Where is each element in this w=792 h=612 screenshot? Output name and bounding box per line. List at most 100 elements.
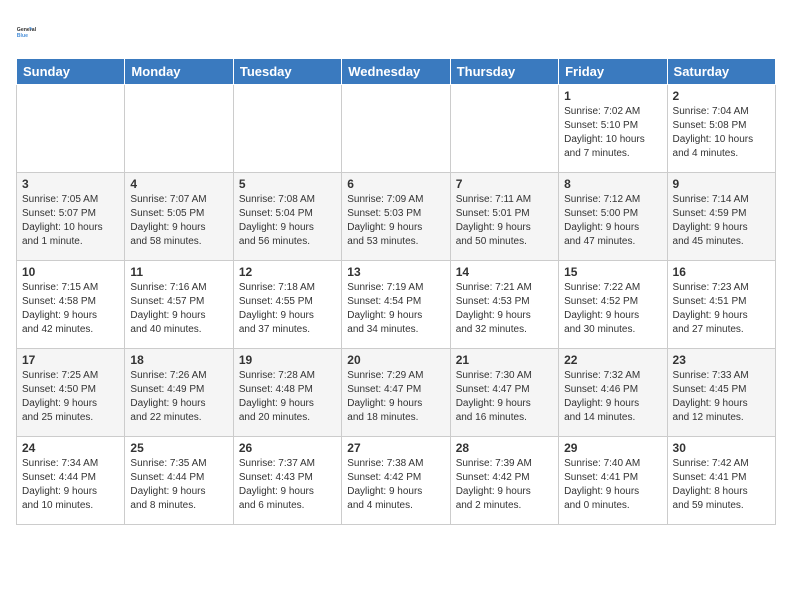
day-info: Sunrise: 7:08 AM Sunset: 5:04 PM Dayligh… (239, 193, 336, 249)
calendar-cell: 2Sunrise: 7:04 AM Sunset: 5:08 PM Daylig… (667, 85, 775, 173)
day-info: Sunrise: 7:38 AM Sunset: 4:42 PM Dayligh… (347, 457, 444, 513)
day-number: 4 (130, 177, 227, 191)
calendar-cell: 5 Sunrise: 7:08 AM Sunset: 5:04 PM Daylig… (233, 173, 341, 261)
calendar-cell: 14 Sunrise: 7:21 AM Sunset: 4:53 PM Dayli… (450, 261, 558, 349)
calendar-week-4: 17 Sunrise: 7:25 AM Sunset: 4:50 PM Dayli… (17, 349, 776, 437)
calendar-cell: 1 Sunrise: 7:02 AM Sunset: 5:10 PM Daylig… (559, 85, 667, 173)
day-number: 5 (239, 177, 336, 191)
weekday-header-row: SundayMondayTuesdayWednesdayThursdayFrid… (17, 59, 776, 85)
day-info: Sunrise: 7:04 AM Sunset: 5:08 PM Dayligh… (673, 105, 770, 161)
day-info: Sunrise: 7:14 AM Sunset: 4:59 PM Dayligh… (673, 193, 770, 249)
day-number: 25 (130, 441, 227, 455)
calendar-cell: 26Sunrise: 7:37 AM Sunset: 4:43 PM Dayli… (233, 437, 341, 525)
day-info: Sunrise: 7:19 AM Sunset: 4:54 PM Dayligh… (347, 281, 444, 337)
day-number: 7 (456, 177, 553, 191)
calendar-cell: 6 Sunrise: 7:09 AM Sunset: 5:03 PM Daylig… (342, 173, 450, 261)
day-number: 12 (239, 265, 336, 279)
calendar-cell: 17 Sunrise: 7:25 AM Sunset: 4:50 PM Dayli… (17, 349, 125, 437)
day-number: 16 (673, 265, 770, 279)
weekday-header-tuesday: Tuesday (233, 59, 341, 85)
day-info: Sunrise: 7:05 AM Sunset: 5:07 PM Dayligh… (22, 193, 119, 249)
day-info: Sunrise: 7:34 AM Sunset: 4:44 PM Dayligh… (22, 457, 119, 513)
day-info: Sunrise: 7:22 AM Sunset: 4:52 PM Dayligh… (564, 281, 661, 337)
day-number: 18 (130, 353, 227, 367)
day-info: Sunrise: 7:12 AM Sunset: 5:00 PM Dayligh… (564, 193, 661, 249)
calendar-cell: 21 Sunrise: 7:30 AM Sunset: 4:47 PM Dayli… (450, 349, 558, 437)
day-info: Sunrise: 7:11 AM Sunset: 5:01 PM Dayligh… (456, 193, 553, 249)
day-number: 22 (564, 353, 661, 367)
svg-text:General: General (17, 27, 37, 33)
day-info: Sunrise: 7:16 AM Sunset: 4:57 PM Dayligh… (130, 281, 227, 337)
day-info: Sunrise: 7:35 AM Sunset: 4:44 PM Dayligh… (130, 457, 227, 513)
day-info: Sunrise: 7:25 AM Sunset: 4:50 PM Dayligh… (22, 369, 119, 425)
day-number: 23 (673, 353, 770, 367)
calendar-cell: 28Sunrise: 7:39 AM Sunset: 4:42 PM Dayli… (450, 437, 558, 525)
calendar-cell: 11 Sunrise: 7:16 AM Sunset: 4:57 PM Dayli… (125, 261, 233, 349)
calendar-cell: 19 Sunrise: 7:28 AM Sunset: 4:48 PM Dayli… (233, 349, 341, 437)
calendar-table: SundayMondayTuesdayWednesdayThursdayFrid… (16, 58, 776, 525)
calendar-cell: 13Sunrise: 7:19 AM Sunset: 4:54 PM Dayli… (342, 261, 450, 349)
day-info: Sunrise: 7:21 AM Sunset: 4:53 PM Dayligh… (456, 281, 553, 337)
weekday-header-wednesday: Wednesday (342, 59, 450, 85)
calendar-cell (17, 85, 125, 173)
calendar-cell: 18 Sunrise: 7:26 AM Sunset: 4:49 PM Dayli… (125, 349, 233, 437)
calendar-cell: 10Sunrise: 7:15 AM Sunset: 4:58 PM Dayli… (17, 261, 125, 349)
calendar-cell: 3 Sunrise: 7:05 AM Sunset: 5:07 PM Daylig… (17, 173, 125, 261)
calendar-cell (125, 85, 233, 173)
calendar-cell: 15Sunrise: 7:22 AM Sunset: 4:52 PM Dayli… (559, 261, 667, 349)
logo-icon: General Blue (16, 16, 48, 48)
calendar-cell (450, 85, 558, 173)
day-number: 27 (347, 441, 444, 455)
header: General Blue (16, 16, 776, 48)
logo: General Blue (16, 16, 48, 48)
calendar-cell: 24Sunrise: 7:34 AM Sunset: 4:44 PM Dayli… (17, 437, 125, 525)
day-number: 10 (22, 265, 119, 279)
calendar-cell: 30Sunrise: 7:42 AM Sunset: 4:41 PM Dayli… (667, 437, 775, 525)
day-info: Sunrise: 7:07 AM Sunset: 5:05 PM Dayligh… (130, 193, 227, 249)
day-info: Sunrise: 7:28 AM Sunset: 4:48 PM Dayligh… (239, 369, 336, 425)
calendar-cell (233, 85, 341, 173)
calendar-week-3: 10Sunrise: 7:15 AM Sunset: 4:58 PM Dayli… (17, 261, 776, 349)
day-info: Sunrise: 7:33 AM Sunset: 4:45 PM Dayligh… (673, 369, 770, 425)
calendar-cell: 25 Sunrise: 7:35 AM Sunset: 4:44 PM Dayli… (125, 437, 233, 525)
day-number: 9 (673, 177, 770, 191)
svg-text:Blue: Blue (17, 33, 28, 39)
day-info: Sunrise: 7:32 AM Sunset: 4:46 PM Dayligh… (564, 369, 661, 425)
calendar-cell: 27 Sunrise: 7:38 AM Sunset: 4:42 PM Dayli… (342, 437, 450, 525)
calendar-cell: 4 Sunrise: 7:07 AM Sunset: 5:05 PM Daylig… (125, 173, 233, 261)
day-number: 14 (456, 265, 553, 279)
calendar-cell: 23 Sunrise: 7:33 AM Sunset: 4:45 PM Dayli… (667, 349, 775, 437)
weekday-header-friday: Friday (559, 59, 667, 85)
day-number: 11 (130, 265, 227, 279)
day-info: Sunrise: 7:39 AM Sunset: 4:42 PM Dayligh… (456, 457, 553, 513)
day-number: 3 (22, 177, 119, 191)
day-number: 1 (564, 89, 661, 103)
calendar-week-1: 1 Sunrise: 7:02 AM Sunset: 5:10 PM Daylig… (17, 85, 776, 173)
day-number: 17 (22, 353, 119, 367)
calendar-cell: 12 Sunrise: 7:18 AM Sunset: 4:55 PM Dayli… (233, 261, 341, 349)
calendar-week-2: 3 Sunrise: 7:05 AM Sunset: 5:07 PM Daylig… (17, 173, 776, 261)
day-info: Sunrise: 7:26 AM Sunset: 4:49 PM Dayligh… (130, 369, 227, 425)
calendar-cell (342, 85, 450, 173)
weekday-header-monday: Monday (125, 59, 233, 85)
day-info: Sunrise: 7:18 AM Sunset: 4:55 PM Dayligh… (239, 281, 336, 337)
day-info: Sunrise: 7:02 AM Sunset: 5:10 PM Dayligh… (564, 105, 661, 161)
calendar-cell: 7 Sunrise: 7:11 AM Sunset: 5:01 PM Daylig… (450, 173, 558, 261)
day-info: Sunrise: 7:40 AM Sunset: 4:41 PM Dayligh… (564, 457, 661, 513)
calendar-cell: 29Sunrise: 7:40 AM Sunset: 4:41 PM Dayli… (559, 437, 667, 525)
day-info: Sunrise: 7:23 AM Sunset: 4:51 PM Dayligh… (673, 281, 770, 337)
day-number: 6 (347, 177, 444, 191)
day-number: 21 (456, 353, 553, 367)
weekday-header-saturday: Saturday (667, 59, 775, 85)
day-number: 19 (239, 353, 336, 367)
day-info: Sunrise: 7:30 AM Sunset: 4:47 PM Dayligh… (456, 369, 553, 425)
day-number: 30 (673, 441, 770, 455)
calendar-cell: 8 Sunrise: 7:12 AM Sunset: 5:00 PM Daylig… (559, 173, 667, 261)
weekday-header-sunday: Sunday (17, 59, 125, 85)
day-number: 26 (239, 441, 336, 455)
day-info: Sunrise: 7:29 AM Sunset: 4:47 PM Dayligh… (347, 369, 444, 425)
day-info: Sunrise: 7:09 AM Sunset: 5:03 PM Dayligh… (347, 193, 444, 249)
day-number: 8 (564, 177, 661, 191)
calendar-cell: 9 Sunrise: 7:14 AM Sunset: 4:59 PM Daylig… (667, 173, 775, 261)
calendar-cell: 16 Sunrise: 7:23 AM Sunset: 4:51 PM Dayli… (667, 261, 775, 349)
